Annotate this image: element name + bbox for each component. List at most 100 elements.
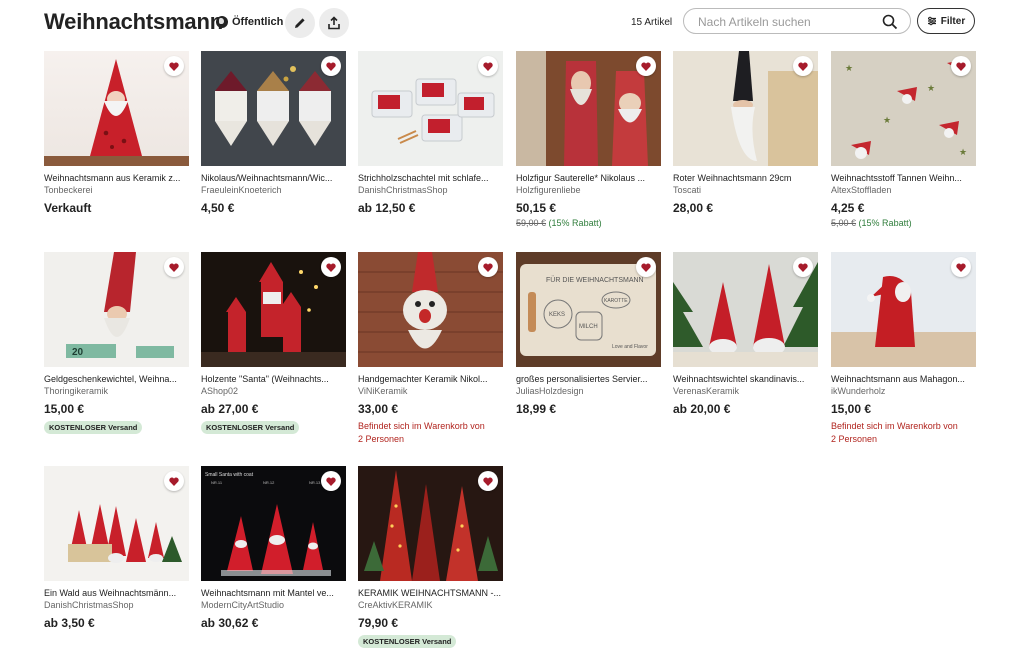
search-input[interactable] xyxy=(696,14,880,30)
globe-icon xyxy=(216,16,228,28)
listing-card[interactable]: 20 Geldgeschenkewichtel, Weihna... Thori… xyxy=(44,252,189,435)
favorite-heart-button[interactable] xyxy=(321,56,341,76)
listing-image[interactable] xyxy=(831,252,976,367)
listing-card[interactable]: Small Santa with coat NR.11 NR.12 NR.13 … xyxy=(201,466,346,630)
listing-card[interactable]: Strichholzschachtel mit schlafe... Danis… xyxy=(358,51,503,215)
shop-name[interactable]: Holzfigurenliebe xyxy=(516,185,661,196)
listing-image[interactable] xyxy=(44,466,189,581)
listing-price: 15,00 € xyxy=(44,402,85,416)
listing-title[interactable]: Holzfigur Sauterelle* Nikolaus ... xyxy=(516,173,661,184)
listing-image[interactable] xyxy=(358,51,503,166)
original-price: 59,00 € xyxy=(516,218,547,228)
listing-price: ab 27,00 € xyxy=(201,402,259,416)
listing-card[interactable]: ★ ★ ★ ★ Weihnachtsstoff Tannen Weihn... Alt… xyxy=(831,51,976,229)
shop-name[interactable]: AShop02 xyxy=(201,386,346,397)
favorite-heart-button[interactable] xyxy=(164,471,184,491)
listing-title[interactable]: Holzente "Santa" (Weihnachts... xyxy=(201,374,346,385)
search-icon[interactable] xyxy=(882,14,898,30)
listing-price: 4,50 € xyxy=(201,201,235,215)
listing-card[interactable]: Holzente "Santa" (Weihnachts... AShop02 … xyxy=(201,252,346,435)
listing-card[interactable]: Ein Wald aus Weihnachtsmänn... DanishChr… xyxy=(44,466,189,630)
listing-card[interactable]: Nikolaus/Weihnachtsmann/Wic... Fraeulein… xyxy=(201,51,346,215)
listing-title[interactable]: KERAMIK WEIHNACHTSMANN -... xyxy=(358,588,503,599)
favorite-heart-button[interactable] xyxy=(793,257,813,277)
listing-card[interactable]: Holzfigur Sauterelle* Nikolaus ... Holzf… xyxy=(516,51,661,229)
listing-title[interactable]: Strichholzschachtel mit schlafe... xyxy=(358,173,503,184)
listing-title[interactable]: Ein Wald aus Weihnachtsmänn... xyxy=(44,588,189,599)
listing-title[interactable]: Geldgeschenkewichtel, Weihna... xyxy=(44,374,189,385)
listing-title[interactable]: Roter Weihnachtsmann 29cm xyxy=(673,173,818,184)
listing-card[interactable]: Weihnachtsmann aus Mahagon... ikWunderho… xyxy=(831,252,976,445)
favorite-heart-button[interactable] xyxy=(951,257,971,277)
board-heading: FÜR DIE WEIHNACHTSMANN xyxy=(546,276,644,284)
shop-name[interactable]: CreAktivKERAMIK xyxy=(358,600,503,611)
listing-image[interactable]: 20 xyxy=(44,252,189,367)
listing-card[interactable]: Handgemachter Keramik Nikol... ViNiKeram… xyxy=(358,252,503,445)
listing-image[interactable] xyxy=(673,252,818,367)
listing-title[interactable]: Nikolaus/Weihnachtsmann/Wic... xyxy=(201,173,346,184)
listing-title[interactable]: Weihnachtsstoff Tannen Weihn... xyxy=(831,173,976,184)
shop-name[interactable]: Toscati xyxy=(673,185,818,196)
listing-title[interactable]: Weihnachtsmann aus Mahagon... xyxy=(831,374,976,385)
shop-name[interactable]: ViNiKeramik xyxy=(358,386,503,397)
edit-button[interactable] xyxy=(285,8,315,38)
listing-image[interactable]: Small Santa with coat NR.11 NR.12 NR.13 xyxy=(201,466,346,581)
shop-name[interactable]: FraeuleinKnoeterich xyxy=(201,185,346,196)
favorite-heart-button[interactable] xyxy=(478,257,498,277)
listing-price: 79,90 € xyxy=(358,616,399,630)
sliders-icon xyxy=(927,16,936,26)
listing-image[interactable] xyxy=(358,252,503,367)
listing-image[interactable] xyxy=(516,51,661,166)
listing-title[interactable]: Weihnachtsmann aus Keramik z... xyxy=(44,173,189,184)
shop-name[interactable]: DanishChristmasShop xyxy=(358,185,503,196)
shop-name[interactable]: Tonbeckerei xyxy=(44,185,189,196)
listing-card[interactable]: Roter Weihnachtsmann 29cm Toscati 28,00 … xyxy=(673,51,818,215)
banknote-label: 20 xyxy=(72,347,84,358)
favorite-heart-button[interactable] xyxy=(321,257,341,277)
favorite-heart-button[interactable] xyxy=(636,56,656,76)
original-price: 5,00 € xyxy=(831,218,857,228)
favorite-heart-button[interactable] xyxy=(951,56,971,76)
heart-icon xyxy=(483,477,493,486)
favorite-heart-button[interactable] xyxy=(478,471,498,491)
favorite-heart-button[interactable] xyxy=(478,56,498,76)
favorite-heart-button[interactable] xyxy=(321,471,341,491)
listing-card[interactable]: FÜR DIE WEIHNACHTSMANN KEKS MILCH KAROTT… xyxy=(516,252,661,416)
listing-title[interactable]: Weihnachtsmann mit Mantel ve... xyxy=(201,588,346,599)
shop-name[interactable]: ikWunderholz xyxy=(831,386,976,397)
filter-button[interactable]: Filter xyxy=(917,8,975,34)
favorite-heart-button[interactable] xyxy=(793,56,813,76)
discount-percent: (15% Rabatt) xyxy=(858,218,912,228)
shop-name[interactable]: Thoringikeramik xyxy=(44,386,189,397)
listing-image[interactable] xyxy=(201,252,346,367)
shop-name[interactable]: ModernCityArtStudio xyxy=(201,600,346,611)
listing-image[interactable]: FÜR DIE WEIHNACHTSMANN KEKS MILCH KAROTT… xyxy=(516,252,661,367)
listing-title[interactable]: Weihnachtswichtel skandinavis... xyxy=(673,374,818,385)
shop-name[interactable]: JuliasHolzdesign xyxy=(516,386,661,397)
listing-image[interactable] xyxy=(673,51,818,166)
heart-icon xyxy=(169,263,179,272)
listing-image[interactable] xyxy=(201,51,346,166)
favorite-heart-button[interactable] xyxy=(164,56,184,76)
visibility-label[interactable]: Öffentlich xyxy=(216,16,283,28)
listing-card[interactable]: Weihnachtsmann aus Keramik z... Tonbecke… xyxy=(44,51,189,215)
free-shipping-badge: KOSTENLOSER Versand xyxy=(44,421,143,434)
listing-card[interactable]: KERAMIK WEIHNACHTSMANN -... CreAktivKERA… xyxy=(358,466,503,649)
favorite-heart-button[interactable] xyxy=(636,257,656,277)
search-field[interactable] xyxy=(683,8,911,34)
favorite-heart-button[interactable] xyxy=(164,257,184,277)
listing-title[interactable]: großes personalisiertes Servier... xyxy=(516,374,661,385)
svg-text:★: ★ xyxy=(845,63,853,73)
shop-name[interactable]: DanishChristmasShop xyxy=(44,600,189,611)
listing-image[interactable] xyxy=(358,466,503,581)
listing-title[interactable]: Handgemachter Keramik Nikol... xyxy=(358,374,503,385)
listing-price: ab 30,62 € xyxy=(201,616,259,630)
svg-text:★: ★ xyxy=(959,147,967,157)
shop-name[interactable]: VerenasKeramik xyxy=(673,386,818,397)
share-button[interactable] xyxy=(319,8,349,38)
listing-image[interactable] xyxy=(44,51,189,166)
free-shipping-badge: KOSTENLOSER Versand xyxy=(201,421,300,434)
listing-card[interactable]: Weihnachtswichtel skandinavis... Verenas… xyxy=(673,252,818,416)
listing-image[interactable]: ★ ★ ★ ★ xyxy=(831,51,976,166)
shop-name[interactable]: AltexStoffladen xyxy=(831,185,976,196)
